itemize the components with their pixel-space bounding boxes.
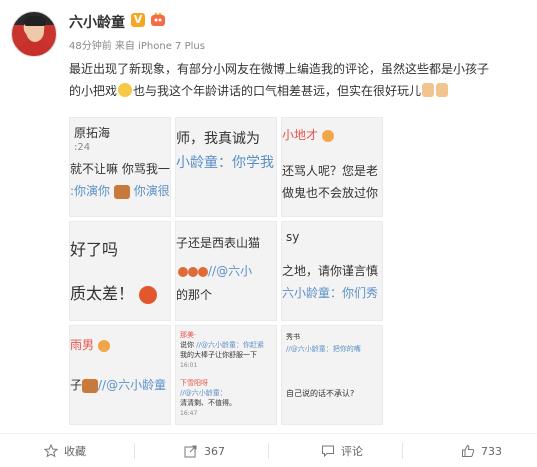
image-text: 做鬼也不会放过你	[282, 186, 379, 200]
image-text: 秀书	[286, 333, 300, 341]
repost-icon	[184, 445, 197, 458]
image-text: //@六小龄童：你赶紧	[196, 341, 264, 349]
divider	[134, 443, 135, 459]
post-meta: 48分钟前 来自 iPhone 7 Plus	[69, 37, 205, 52]
avatar[interactable]	[11, 11, 57, 57]
thumbs-up-icon	[422, 83, 435, 97]
repost-button[interactable]: 367	[184, 434, 225, 467]
avatar-robe	[16, 40, 54, 56]
repost-count: 367	[204, 444, 225, 458]
image-text: 师，我真诚为	[176, 131, 260, 147]
grid-image-7[interactable]: 雨男 子 //@六小龄童	[69, 325, 171, 425]
image-text: 清清剩、不值得。	[180, 399, 236, 407]
comment-label: 评论	[341, 445, 363, 458]
image-text: 下雪阳呀	[180, 379, 208, 387]
image-text: 说你	[180, 341, 194, 349]
image-text: sy	[286, 230, 300, 244]
grid-image-8[interactable]: 那美· 说你 //@六小龄童：你赶紧 我的大棒子让你舒服一下 16:01 下雪阳…	[175, 325, 277, 425]
candle-emoji-icon	[178, 266, 188, 277]
image-grid: 原拓海 :24 就不让嘛 你骂我一 :你演你 你演很 师，我真诚为 小龄童：你学…	[69, 117, 387, 428]
weibo-post: 六小龄童 V 48分钟前 来自 iPhone 7 Plus 最近出现了新现象，有…	[0, 0, 537, 467]
image-text: 还骂人呢？您是老	[282, 164, 379, 178]
content-line-2-part-b: 也与我这个年龄讲话的口气相差甚远，但实在很好玩儿	[133, 84, 422, 98]
content-line-2: 的小把戏 也与我这个年龄讲话的口气相差甚远，但实在很好玩儿	[69, 80, 525, 102]
image-text: 我的大棒子让你舒服一下	[180, 351, 257, 359]
divider	[268, 443, 269, 459]
image-text: 六小龄童：你们秀	[282, 286, 379, 300]
handshake-icon	[436, 83, 449, 97]
image-text: 自己说的话不承认?	[286, 389, 355, 398]
image-text: //@六小龄童	[98, 378, 167, 392]
favorite-label: 收藏	[64, 445, 86, 458]
image-text: 就不让嘛 你骂我一	[70, 162, 170, 176]
grid-image-3[interactable]: 小地才 还骂人呢？您是老 做鬼也不会放过你	[281, 117, 383, 217]
post-content: 最近出现了新现象，有部分小网友在微博上编造我的评论，虽然这些都是小孩子 的小把戏…	[69, 58, 525, 102]
content-line-1: 最近出现了新现象，有部分小网友在微博上编造我的评论，虽然这些都是小孩子	[69, 62, 490, 76]
candle-emoji-icon	[198, 266, 208, 277]
like-count: 733	[481, 444, 502, 458]
like-button[interactable]: 733	[461, 434, 502, 467]
image-text: 那美·	[180, 331, 197, 339]
candle-emoji-icon	[188, 266, 198, 277]
angry-face-icon	[321, 129, 334, 142]
thumbs-up-icon	[462, 444, 475, 457]
image-text: //@六小	[208, 264, 253, 278]
image-text: 的那个	[176, 288, 213, 302]
image-text: :24	[74, 142, 91, 153]
image-text: :你演你	[70, 184, 111, 198]
post-source: 来自 iPhone 7 Plus	[114, 41, 205, 52]
image-text: 子还是西表山猫	[176, 236, 261, 250]
image-text: //@六小龄童：	[180, 389, 227, 397]
post-time[interactable]: 48分钟前	[69, 41, 112, 52]
avatar-hair	[24, 16, 46, 26]
comment-icon	[322, 445, 334, 458]
member-level-icon	[151, 12, 165, 26]
image-text: 之地，请你谨言慎	[282, 264, 379, 278]
image-text: 质太差！	[70, 284, 135, 303]
grid-image-4[interactable]: 好了吗 质太差！	[69, 221, 171, 321]
image-text: 16:47	[180, 410, 198, 417]
image-text: 16:01	[180, 362, 198, 369]
user-name[interactable]: 六小龄童	[69, 12, 125, 32]
grid-image-2[interactable]: 师，我真诚为 小龄童：你学我	[175, 117, 277, 217]
grid-image-6[interactable]: sy 之地，请你谨言慎 六小龄童：你们秀	[281, 221, 383, 321]
image-text: //@六小龄童：把你的嘴	[286, 345, 361, 353]
action-bar: 收藏 367 评论 733	[0, 433, 537, 467]
angry-face-icon	[97, 339, 110, 352]
grid-image-5[interactable]: 子还是西表山猫 //@六小 的那个	[175, 221, 277, 321]
star-icon	[44, 444, 58, 458]
angry-face-icon	[139, 285, 158, 304]
grid-image-9[interactable]: 秀书 //@六小龄童：把你的嘴 自己说的话不承认?	[281, 325, 383, 425]
image-text: 子	[70, 378, 83, 392]
verified-v-icon: V	[131, 13, 145, 27]
image-text: 雨男	[70, 338, 95, 352]
image-text: 好了吗	[70, 240, 119, 259]
content-line-2-part-a: 的小把戏	[69, 84, 118, 98]
image-text: 小地才	[282, 128, 319, 142]
comment-button[interactable]: 评论	[321, 434, 363, 467]
grin-emoji-icon	[118, 83, 133, 97]
image-text: 原拓海	[74, 126, 111, 140]
grid-image-1[interactable]: 原拓海 :24 就不让嘛 你骂我一 :你演你 你演很	[69, 117, 171, 217]
squirrel-sticker-icon	[82, 378, 99, 393]
divider	[402, 443, 403, 459]
image-text: 你演很	[133, 184, 170, 198]
favorite-button[interactable]: 收藏	[44, 434, 86, 467]
squirrel-sticker-icon	[113, 184, 130, 199]
image-text: 小龄童：你学我	[176, 155, 274, 171]
